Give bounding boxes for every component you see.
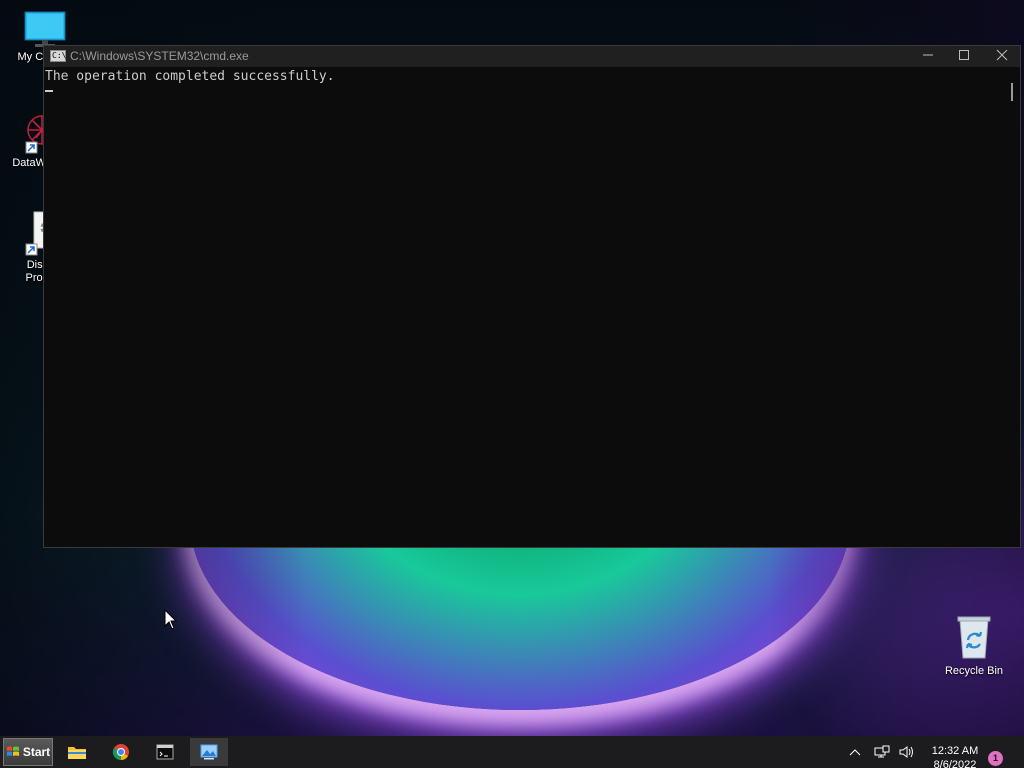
photos-icon (200, 744, 218, 760)
console-output[interactable]: The operation completed successfully. (45, 69, 1002, 547)
taskbar-chrome[interactable] (102, 738, 140, 766)
start-label: Start (22, 745, 51, 759)
network-icon (874, 745, 890, 758)
taskbar-photos[interactable] (190, 738, 228, 766)
desktop-icon-recycle-bin[interactable]: Recycle Bin (938, 614, 1010, 678)
maximize-button[interactable] (946, 46, 982, 67)
tray-network-button[interactable] (872, 736, 892, 768)
windows-logo-icon (6, 746, 19, 756)
scrollbar-thumb[interactable] (1011, 83, 1013, 101)
terminal-icon (156, 744, 174, 760)
minimize-icon (923, 54, 933, 56)
desktop-icon-label: Recycle Bin (944, 665, 1004, 677)
window-title: C:\Windows\SYSTEM32\cmd.exe (70, 49, 249, 63)
maximize-icon (959, 50, 969, 60)
recycle-bin-icon (957, 616, 991, 659)
computer-icon (24, 11, 66, 47)
close-icon (996, 49, 1008, 61)
mouse-pointer-icon (164, 609, 178, 630)
close-button[interactable] (984, 46, 1020, 67)
cmd-app-icon (50, 50, 66, 62)
clock-time: 12:32 AM (931, 745, 979, 757)
minimize-button[interactable] (910, 46, 946, 67)
clock-date: 8/6/2022 (933, 759, 977, 768)
chevron-up-icon (849, 749, 861, 756)
cmd-window[interactable]: C:\Windows\SYSTEM32\cmd.exe The operatio… (43, 45, 1021, 548)
tray-volume-button[interactable] (896, 736, 918, 768)
notification-badge[interactable]: 1 (988, 751, 1003, 766)
tray-overflow-button[interactable] (846, 736, 864, 768)
text-cursor (45, 90, 53, 92)
file-explorer-icon (68, 747, 86, 759)
taskbar-terminal[interactable] (146, 738, 184, 766)
taskbar-clock[interactable]: 12:32 AM 8/6/2022 (924, 744, 986, 768)
volume-icon (899, 746, 913, 758)
taskbar: Start 12:32 AM 8/6/2022 1 (0, 736, 1024, 768)
start-button[interactable]: Start (3, 738, 53, 766)
cmd-titlebar[interactable]: C:\Windows\SYSTEM32\cmd.exe (44, 46, 1020, 67)
vertical-scrollbar[interactable] (1003, 67, 1020, 547)
taskbar-file-explorer[interactable] (58, 738, 96, 766)
chrome-icon (112, 744, 129, 761)
console-output-line: The operation completed successfully. (45, 69, 335, 84)
